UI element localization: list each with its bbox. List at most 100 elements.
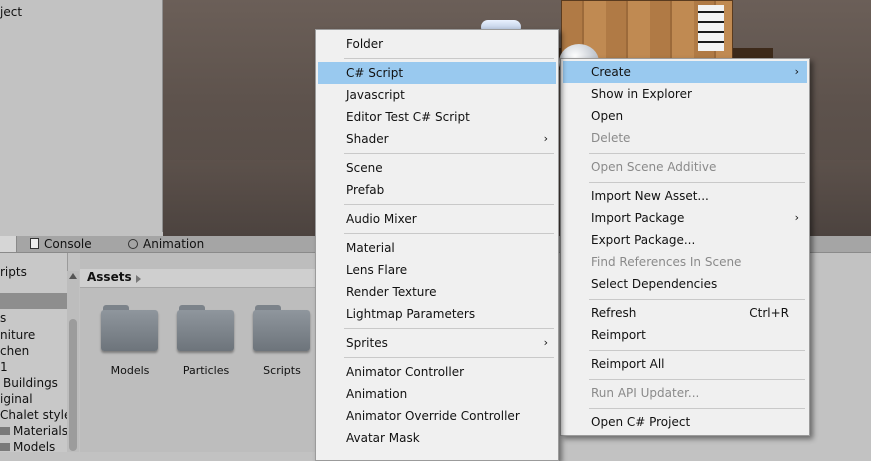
breadcrumb-assets[interactable]: Assets: [87, 270, 132, 284]
menu-item-shader[interactable]: Shader ›: [318, 128, 556, 150]
menu-item-select-dependencies[interactable]: Select Dependencies: [563, 273, 807, 295]
folder-icon: [253, 305, 310, 351]
menu-item-avatar-mask[interactable]: Avatar Mask: [318, 427, 556, 449]
menu-item-label: Javascript: [346, 88, 405, 102]
tree-item-materials[interactable]: Materials: [0, 423, 68, 439]
tab-animation-label: Animation: [143, 237, 205, 251]
submenu-arrow-icon: ›: [543, 336, 548, 349]
menu-item-scene[interactable]: Scene: [318, 157, 556, 179]
menu-item-label: Refresh: [591, 306, 637, 320]
menu-item-csharp-script[interactable]: C# Script: [318, 62, 556, 84]
menu-item-javascript[interactable]: Javascript: [318, 84, 556, 106]
menu-item-reimport-all[interactable]: Reimport All: [563, 353, 807, 375]
asset-pane: Assets Models Particles Scripts: [80, 253, 320, 452]
tree-item-models[interactable]: Models: [0, 439, 55, 455]
hierarchy-item[interactable]: ject: [0, 5, 22, 19]
tree-scrollbar[interactable]: [67, 271, 79, 452]
submenu-arrow-icon: ›: [543, 132, 548, 145]
menu-separator: [589, 379, 805, 380]
tree-item-selected[interactable]: [0, 293, 67, 309]
menu-item-label: Open C# Project: [591, 415, 691, 429]
menu-item-editor-test-script[interactable]: Editor Test C# Script: [318, 106, 556, 128]
menu-item-shortcut: Ctrl+R: [749, 306, 789, 320]
submenu-arrow-icon: ›: [794, 65, 799, 78]
menu-separator: [589, 182, 805, 183]
tree-item[interactable]: iginal: [0, 391, 33, 407]
tree-item[interactable]: s: [0, 310, 6, 326]
scrollbar-thumb[interactable]: [69, 319, 77, 451]
menu-item-label: Audio Mixer: [346, 212, 417, 226]
menu-item-label: Export Package...: [591, 233, 696, 247]
menu-item-label: Open Scene Additive: [591, 160, 717, 174]
menu-separator: [344, 357, 554, 358]
menu-item-run-api-updater: Run API Updater...: [563, 382, 807, 404]
menu-item-label: Lens Flare: [346, 263, 408, 277]
menu-item-refresh[interactable]: Refresh Ctrl+R: [563, 302, 807, 324]
menu-separator: [344, 58, 554, 59]
breadcrumb: Assets: [80, 269, 320, 288]
menu-item-create[interactable]: Create ›: [563, 61, 807, 83]
tree-item[interactable]: Chalet style: [0, 407, 71, 423]
tab-animation[interactable]: Animation: [128, 236, 204, 252]
menu-separator: [589, 299, 805, 300]
menu-item-lens-flare[interactable]: Lens Flare: [318, 259, 556, 281]
menu-item-export-package[interactable]: Export Package...: [563, 229, 807, 251]
tree-item-label: Materials: [13, 424, 69, 438]
tree-item[interactable]: 1: [0, 359, 8, 375]
menu-item-sprites[interactable]: Sprites ›: [318, 332, 556, 354]
tree-item[interactable]: chen: [0, 343, 29, 359]
folder-icon: [177, 305, 234, 351]
menu-item-label: Animator Override Controller: [346, 409, 520, 423]
menu-item-label: Editor Test C# Script: [346, 110, 470, 124]
menu-item-material[interactable]: Material: [318, 237, 556, 259]
tree-item[interactable]: Buildings: [3, 375, 58, 391]
menu-item-prefab[interactable]: Prefab: [318, 179, 556, 201]
menu-item-label: Delete: [591, 131, 631, 145]
menu-item-label: Create: [591, 65, 631, 79]
menu-item-folder[interactable]: Folder: [318, 33, 556, 55]
menu-item-label: Show in Explorer: [591, 87, 692, 101]
tab-console[interactable]: Console: [30, 236, 92, 252]
menu-item-animation[interactable]: Animation: [318, 383, 556, 405]
menu-item-find-references: Find References In Scene: [563, 251, 807, 273]
menu-item-label: Scene: [346, 161, 383, 175]
menu-item-import-package[interactable]: Import Package ›: [563, 207, 807, 229]
menu-item-animator-controller[interactable]: Animator Controller: [318, 361, 556, 383]
menu-item-label: C# Script: [346, 66, 404, 80]
folder-icon: [0, 443, 10, 451]
menu-item-open-scene-additive: Open Scene Additive: [563, 156, 807, 178]
asset-folder-label: Particles: [182, 364, 230, 377]
menu-item-open-csharp-project[interactable]: Open C# Project: [563, 411, 807, 433]
menu-separator: [344, 153, 554, 154]
tree-item[interactable]: ripts: [0, 264, 27, 280]
menu-item-label: Import New Asset...: [591, 189, 709, 203]
menu-separator: [589, 350, 805, 351]
submenu-arrow-icon: ›: [794, 211, 799, 224]
menu-item-label: Find References In Scene: [591, 255, 742, 269]
menu-item-render-texture[interactable]: Render Texture: [318, 281, 556, 303]
scroll-up-icon[interactable]: [69, 273, 77, 279]
folder-icon: [0, 427, 10, 435]
context-menu: Create › Show in Explorer Open Delete Op…: [560, 58, 810, 436]
project-tree: ripts s niture chen 1 Buildings iginal C…: [0, 253, 71, 455]
tree-item[interactable]: niture: [0, 327, 35, 343]
menu-item-open[interactable]: Open: [563, 105, 807, 127]
menu-item-audio-mixer[interactable]: Audio Mixer: [318, 208, 556, 230]
clock-icon: [128, 239, 138, 249]
menu-item-label: Reimport All: [591, 357, 665, 371]
menu-item-label: Material: [346, 241, 395, 255]
menu-item-label: Avatar Mask: [346, 431, 420, 445]
asset-folder-label: Scripts: [263, 364, 301, 377]
menu-item-reimport[interactable]: Reimport: [563, 324, 807, 346]
folder-icon: [101, 305, 158, 351]
menu-item-import-new-asset[interactable]: Import New Asset...: [563, 185, 807, 207]
menu-item-animator-override-controller[interactable]: Animator Override Controller: [318, 405, 556, 427]
menu-item-label: Prefab: [346, 183, 385, 197]
menu-item-lightmap-parameters[interactable]: Lightmap Parameters: [318, 303, 556, 325]
menu-item-label: Lightmap Parameters: [346, 307, 476, 321]
menu-separator: [589, 153, 805, 154]
menu-item-label: Animator Controller: [346, 365, 465, 379]
create-submenu: Folder C# Script Javascript Editor Test …: [315, 29, 559, 461]
menu-item-show-in-explorer[interactable]: Show in Explorer: [563, 83, 807, 105]
tab-project[interactable]: [0, 236, 17, 252]
